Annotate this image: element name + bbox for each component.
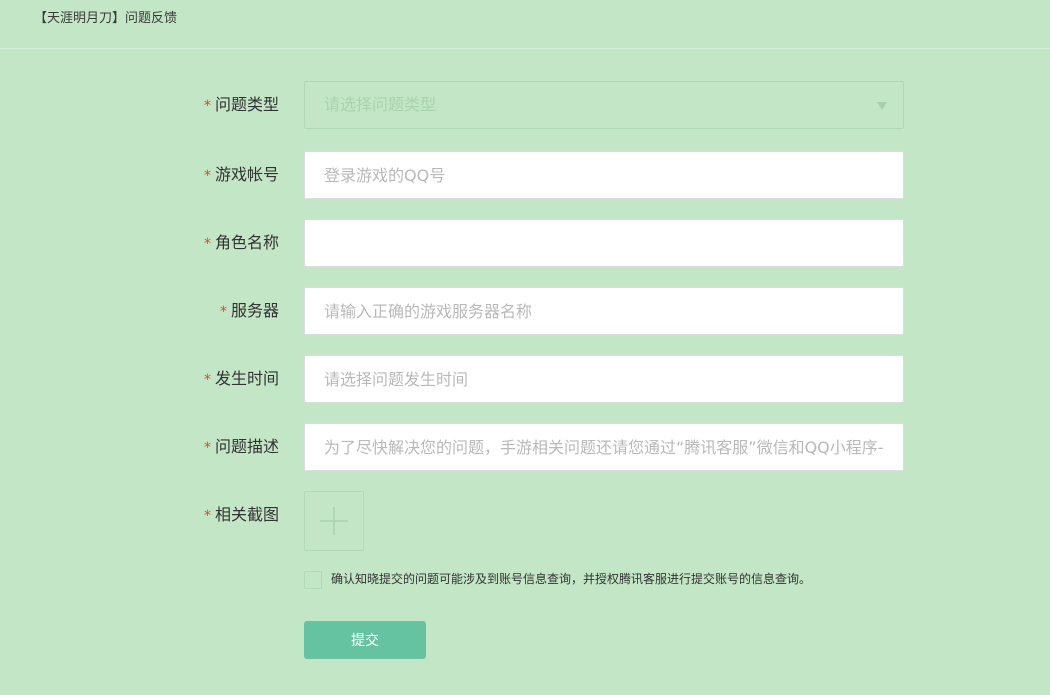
form-row-issue-type: * 问题类型 请选择问题类型 bbox=[0, 81, 1050, 129]
required-mark: * bbox=[203, 235, 211, 252]
consent-text: 确认知晓提交的问题可能涉及到账号信息查询，并授权腾讯客服进行提交账号的信息查询。 bbox=[331, 572, 812, 586]
feedback-form: *问题类型 请选择问题类型 *游戏帐号 *角色名称 *服务器 bbox=[0, 0, 1050, 695]
form-row-screenshot: * 相关截图 bbox=[0, 491, 1050, 551]
submit-button[interactable]: 提交 bbox=[304, 621, 426, 659]
required-mark: * bbox=[219, 303, 227, 320]
game-account-label: * 游戏帐号 bbox=[203, 165, 279, 184]
occur-time-field bbox=[304, 355, 904, 403]
chevron-down-icon bbox=[877, 102, 887, 110]
required-mark: * bbox=[203, 507, 211, 524]
form-row-role-name: * 角色名称 bbox=[0, 219, 1050, 267]
required-mark: * bbox=[203, 167, 211, 184]
occur-time-label: * 发生时间 bbox=[203, 369, 279, 388]
screenshot-label: * 相关截图 bbox=[203, 505, 279, 524]
screenshot-upload-button[interactable] bbox=[304, 491, 364, 551]
server-label: * 服务器 bbox=[219, 301, 279, 320]
server-input[interactable] bbox=[305, 288, 884, 334]
form-row-occur-time: * 发生时间 bbox=[0, 355, 1050, 403]
required-mark: * bbox=[203, 439, 211, 456]
form-row-game-account: * 游戏帐号 bbox=[0, 151, 1050, 199]
description-label: * 问题描述 bbox=[203, 437, 279, 456]
required-mark: * bbox=[203, 97, 211, 114]
consent-checkbox[interactable] bbox=[304, 571, 322, 589]
server-field bbox=[304, 287, 904, 335]
description-input[interactable] bbox=[305, 424, 884, 470]
occur-time-input[interactable] bbox=[305, 356, 884, 402]
required-mark: * bbox=[203, 371, 211, 388]
role-name-label: * 角色名称 bbox=[203, 233, 279, 252]
issue-type-label: * 问题类型 bbox=[203, 95, 279, 114]
plus-icon bbox=[320, 507, 348, 535]
description-field bbox=[304, 423, 904, 471]
form-row-server: * 服务器 bbox=[0, 287, 1050, 335]
issue-type-placeholder: 请选择问题类型 bbox=[324, 95, 437, 114]
game-account-input[interactable] bbox=[305, 152, 884, 198]
form-row-description: * 问题描述 bbox=[0, 423, 1050, 471]
game-account-field bbox=[304, 151, 904, 199]
role-name-field bbox=[304, 219, 904, 267]
role-name-input[interactable] bbox=[305, 220, 884, 266]
issue-type-select[interactable]: 请选择问题类型 bbox=[304, 81, 904, 129]
